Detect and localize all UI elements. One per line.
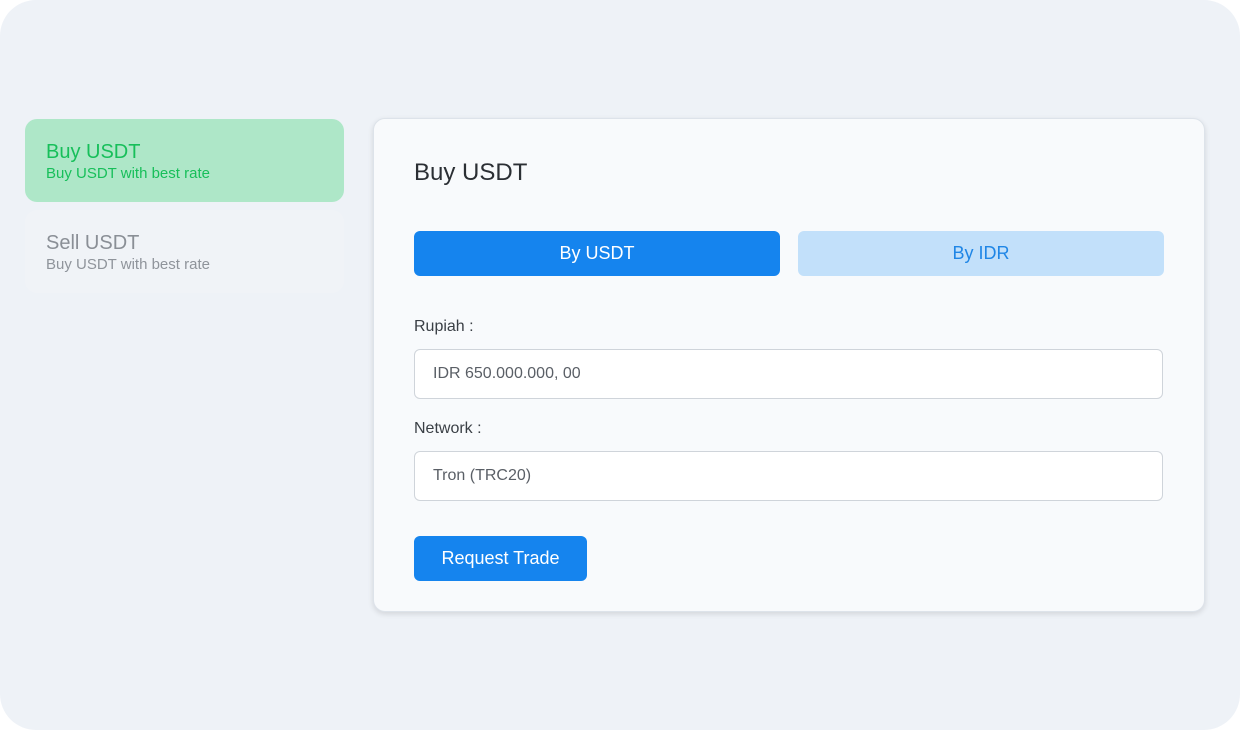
sidebar-item-title: Buy USDT: [46, 141, 141, 163]
network-field[interactable]: [414, 451, 1163, 501]
sidebar-item-sell-usdt[interactable]: Sell USDT Buy USDT with best rate: [25, 210, 344, 293]
request-trade-button[interactable]: Request Trade: [414, 536, 587, 581]
sidebar-item-subtitle: Buy USDT with best rate: [46, 256, 210, 273]
sidebar-item-title: Sell USDT: [46, 232, 140, 254]
sidebar-item-subtitle: Buy USDT with best rate: [46, 165, 210, 182]
app-frame: Buy USDT Buy USDT with best rate Sell US…: [0, 0, 1240, 730]
rupiah-input[interactable]: [414, 349, 1163, 399]
sidebar-item-buy-usdt[interactable]: Buy USDT Buy USDT with best rate: [25, 119, 344, 202]
tab-by-idr[interactable]: By IDR: [798, 231, 1164, 276]
card-title: Buy USDT: [414, 159, 528, 186]
network-label: Network :: [414, 420, 482, 437]
tab-by-usdt[interactable]: By USDT: [414, 231, 780, 276]
rupiah-label: Rupiah :: [414, 318, 474, 335]
buy-usdt-card: Buy USDT By USDT By IDR Rupiah : Network…: [373, 118, 1205, 612]
